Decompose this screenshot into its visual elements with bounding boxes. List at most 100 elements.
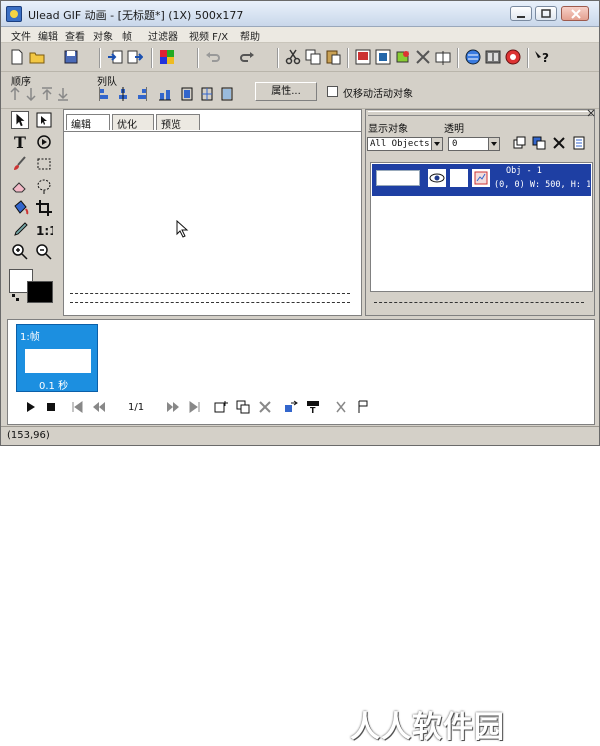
watermark-text: 人人软件园 bbox=[350, 710, 505, 745]
menu-view[interactable]: 查看 bbox=[65, 28, 85, 43]
previous-frame-icon[interactable] bbox=[92, 400, 106, 414]
align-left-icon[interactable] bbox=[99, 87, 111, 101]
menu-frame[interactable]: 帧 bbox=[122, 28, 132, 43]
eraser-tool-icon[interactable] bbox=[11, 177, 29, 195]
svg-text:T: T bbox=[310, 406, 316, 414]
frame-thumbnail[interactable]: 1:帧 0.1 秒 bbox=[16, 324, 98, 392]
cut-icon[interactable] bbox=[285, 49, 301, 65]
object-row[interactable]: Obj - 1 (0, 0) W: 500, H: 177 bbox=[372, 164, 591, 196]
panel-grip[interactable] bbox=[368, 111, 592, 116]
redo-icon[interactable] bbox=[239, 49, 255, 65]
foreground-color-swatch[interactable] bbox=[27, 281, 53, 303]
object-thumbnail bbox=[376, 170, 420, 186]
close-button[interactable] bbox=[561, 6, 589, 21]
menu-help[interactable]: 帮助 bbox=[240, 28, 260, 43]
delete-object-icon[interactable] bbox=[552, 136, 566, 150]
menu-filter[interactable]: 过滤器 bbox=[148, 28, 178, 43]
frame-counter: 1/1 bbox=[128, 402, 145, 413]
opacity-label: 透明 bbox=[444, 124, 464, 135]
chevron-down-icon[interactable] bbox=[431, 138, 442, 150]
image-size-icon[interactable] bbox=[355, 49, 371, 65]
frame-delay-label[interactable]: 0.1 秒 bbox=[39, 377, 68, 392]
properties-button[interactable]: 属性... bbox=[255, 82, 317, 101]
frame-manager-icon[interactable] bbox=[485, 49, 501, 65]
zoom-out-tool-icon[interactable] bbox=[35, 243, 53, 261]
play-icon[interactable] bbox=[24, 400, 38, 414]
ellipse-select-tool-icon[interactable] bbox=[35, 177, 53, 195]
add-frame-icon[interactable] bbox=[214, 400, 228, 414]
spinner-arrows-icon[interactable] bbox=[488, 138, 499, 150]
swap-colors-icon[interactable] bbox=[11, 293, 21, 303]
delete-frame-icon[interactable] bbox=[258, 400, 272, 414]
object-filter-select[interactable]: All Objects bbox=[367, 137, 443, 151]
bring-forward-icon[interactable] bbox=[41, 87, 53, 101]
object-properties-icon[interactable] bbox=[572, 136, 586, 150]
resize-arrows-icon[interactable] bbox=[415, 49, 431, 65]
object-select-tool-icon[interactable] bbox=[35, 111, 53, 129]
new-file-icon[interactable] bbox=[9, 49, 25, 65]
frame-properties-icon[interactable] bbox=[356, 400, 370, 414]
banner-text-icon[interactable]: T bbox=[306, 400, 320, 414]
align-center-icon[interactable] bbox=[117, 87, 129, 101]
canvas-horizontal-scrollbar[interactable] bbox=[66, 296, 358, 308]
export-icon[interactable] bbox=[127, 49, 143, 65]
paint-bucket-tool-icon[interactable] bbox=[11, 199, 29, 217]
opacity-spinner[interactable]: 0 bbox=[448, 137, 500, 151]
panel-close-icon[interactable] bbox=[587, 109, 595, 117]
save-icon[interactable] bbox=[63, 49, 79, 65]
maximize-button[interactable] bbox=[535, 6, 557, 21]
flip-icon[interactable] bbox=[435, 49, 451, 65]
lasso-tool-icon[interactable] bbox=[35, 155, 53, 173]
crop-tool-icon[interactable] bbox=[35, 199, 53, 217]
reverse-frames-icon[interactable] bbox=[334, 400, 348, 414]
send-to-back-icon[interactable] bbox=[25, 87, 37, 101]
maximize-icon bbox=[541, 9, 551, 18]
bring-to-front-icon[interactable] bbox=[9, 87, 21, 101]
center-canvas-icon[interactable] bbox=[201, 87, 213, 101]
frame-panel: 1:帧 0.1 秒 1/1 T 人人软件园 bbox=[7, 319, 595, 745]
send-backward-icon[interactable] bbox=[57, 87, 69, 101]
pointer-tool-icon[interactable] bbox=[11, 111, 29, 129]
move-active-only-checkbox[interactable] bbox=[327, 86, 338, 97]
last-frame-icon[interactable] bbox=[188, 400, 202, 414]
magic-wand-tool-icon[interactable] bbox=[35, 133, 53, 151]
fit-canvas-icon[interactable] bbox=[221, 87, 233, 101]
new-object-icon[interactable] bbox=[512, 136, 526, 150]
zoom-in-tool-icon[interactable] bbox=[11, 243, 29, 261]
browser-preview-icon[interactable] bbox=[465, 49, 481, 65]
eyedropper-tool-icon[interactable] bbox=[11, 221, 29, 239]
paste-icon[interactable] bbox=[325, 49, 341, 65]
crop-icon[interactable] bbox=[395, 49, 411, 65]
color-palette-icon[interactable] bbox=[159, 49, 175, 65]
open-folder-icon[interactable] bbox=[29, 49, 45, 65]
context-help-icon[interactable]: ? bbox=[533, 49, 549, 65]
panel-horizontal-scrollbar[interactable] bbox=[370, 296, 593, 309]
tween-icon[interactable] bbox=[284, 400, 298, 414]
first-frame-icon[interactable] bbox=[70, 400, 84, 414]
duplicate-frame-icon[interactable] bbox=[236, 400, 250, 414]
tab-optimize[interactable]: 优化 bbox=[112, 114, 154, 131]
paintbrush-tool-icon[interactable] bbox=[11, 155, 29, 173]
optimize-icon[interactable] bbox=[505, 49, 521, 65]
text-tool-icon[interactable]: T bbox=[11, 133, 29, 151]
minimize-button[interactable] bbox=[510, 6, 532, 21]
distribute-icon[interactable] bbox=[181, 87, 193, 101]
menu-file[interactable]: 文件 bbox=[11, 28, 31, 43]
undo-icon[interactable] bbox=[205, 49, 221, 65]
duplicate-object-icon[interactable] bbox=[532, 136, 546, 150]
eye-icon[interactable] bbox=[428, 169, 446, 187]
lock-toggle[interactable] bbox=[450, 169, 468, 187]
copy-icon[interactable] bbox=[305, 49, 321, 65]
align-right-icon[interactable] bbox=[135, 87, 147, 101]
tab-edit[interactable]: 编辑 bbox=[66, 114, 110, 131]
actual-size-tool-icon[interactable]: 1:1 bbox=[35, 221, 53, 239]
menu-object[interactable]: 对象 bbox=[93, 28, 113, 43]
stop-icon[interactable] bbox=[44, 400, 58, 414]
menu-video-fx[interactable]: 视频 F/X bbox=[189, 28, 228, 43]
import-icon[interactable] bbox=[107, 49, 123, 65]
canvas-size-icon[interactable] bbox=[375, 49, 391, 65]
menu-edit[interactable]: 编辑 bbox=[38, 28, 58, 43]
align-bottom-icon[interactable] bbox=[159, 87, 171, 101]
tab-preview[interactable]: 预览 bbox=[156, 114, 200, 131]
next-frame-icon[interactable] bbox=[166, 400, 180, 414]
